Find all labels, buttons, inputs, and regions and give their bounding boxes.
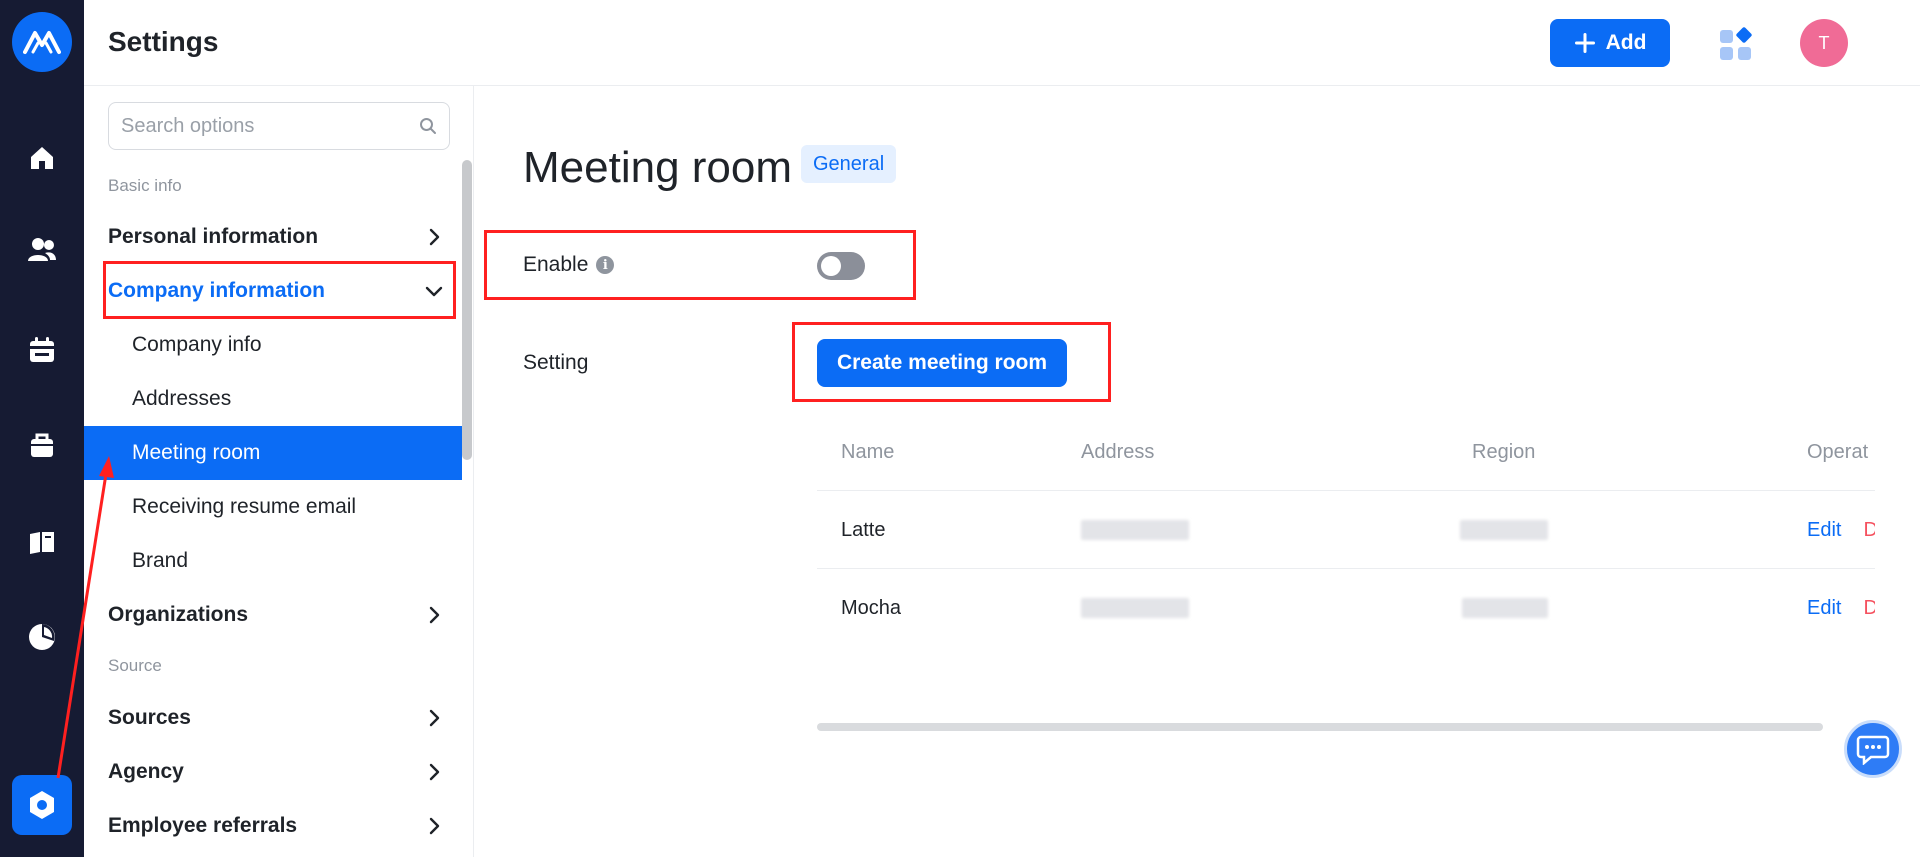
briefcase-icon[interactable] — [22, 425, 62, 465]
submenu-item-addresses[interactable]: Addresses — [84, 372, 462, 426]
logo-icon[interactable] — [12, 12, 72, 72]
top-header: Settings Add T — [84, 0, 1920, 86]
chat-icon[interactable] — [1844, 720, 1902, 778]
submenu-item-label: Brand — [132, 549, 189, 572]
search-input[interactable] — [109, 103, 449, 149]
row-address-redacted — [1081, 491, 1189, 569]
submenu-item-label: Receiving resume email — [132, 495, 357, 518]
people-icon[interactable] — [22, 230, 62, 270]
chevron-right-icon — [429, 606, 440, 624]
header-region: Region — [1472, 440, 1536, 463]
chevron-right-icon — [429, 228, 440, 246]
row-address-redacted — [1081, 569, 1189, 647]
submenu-item-company-info[interactable]: Company info — [84, 318, 462, 372]
main-content: Meeting room General Enable i Setting Cr… — [475, 87, 1920, 857]
meeting-room-table: Name Address Region Operat Latte Edit De… — [817, 413, 1875, 733]
settings-icon[interactable] — [12, 775, 72, 835]
submenu-item-label: Addresses — [132, 387, 232, 410]
edit-link[interactable]: Edit — [1807, 519, 1841, 542]
settings-menu: Basic info Personal information Company … — [84, 86, 474, 857]
header-name: Name — [841, 440, 895, 463]
chevron-right-icon — [429, 817, 440, 835]
chevron-right-icon — [429, 763, 440, 781]
row-region-redacted — [1460, 491, 1548, 569]
plus-icon — [1574, 33, 1595, 53]
submenu-item-label: Company info — [132, 333, 262, 356]
submenu-item-label: Meeting room — [132, 441, 261, 464]
submenu-item-brand[interactable]: Brand — [84, 534, 462, 588]
menu-item-label: Employee referrals — [108, 814, 298, 837]
annotation-box-enable — [484, 230, 916, 300]
menu-item-sources[interactable]: Sources — [84, 691, 462, 745]
menu-scrollbar[interactable] — [462, 160, 472, 460]
table-header-row: Name Address Region Operat — [817, 413, 1875, 491]
delete-link[interactable]: Del — [1863, 597, 1875, 620]
menu-item-organizations[interactable]: Organizations — [84, 588, 462, 642]
page-title: Meeting room — [523, 143, 793, 192]
row-name: Latte — [841, 518, 886, 541]
chevron-right-icon — [429, 709, 440, 727]
section-basic-info: Basic info — [108, 176, 182, 195]
table-horizontal-scrollbar[interactable] — [817, 723, 1823, 731]
avatar[interactable]: T — [1800, 19, 1848, 67]
menu-item-label: Organizations — [108, 603, 249, 626]
menu-item-label: Personal information — [108, 225, 319, 248]
delete-link[interactable]: Del — [1863, 519, 1875, 542]
table-row: Mocha Edit Del — [817, 569, 1875, 647]
row-name: Mocha — [841, 596, 902, 619]
row-region-redacted — [1462, 569, 1548, 647]
annotation-box-company-information — [103, 261, 456, 319]
search-box — [108, 102, 450, 150]
submenu-item-meeting-room[interactable]: Meeting room — [84, 426, 462, 480]
table-row: Latte Edit Del — [817, 491, 1875, 569]
home-icon[interactable] — [22, 138, 62, 178]
menu-item-agency[interactable]: Agency — [84, 745, 462, 799]
apps-icon[interactable] — [1718, 26, 1754, 62]
submenu-item-receiving-resume-email[interactable]: Receiving resume email — [84, 480, 462, 534]
add-button-label: Add — [1605, 31, 1647, 54]
search-icon[interactable] — [419, 117, 437, 135]
section-source: Source — [108, 656, 162, 675]
calendar-icon[interactable] — [22, 330, 62, 370]
row-operations: Edit Del — [1807, 491, 1875, 569]
page-header-title: Settings — [108, 26, 219, 57]
app-rail — [0, 0, 84, 857]
header-operation: Operat — [1807, 440, 1869, 463]
menu-item-label: Sources — [108, 706, 191, 729]
row-operations: Edit Del — [1807, 569, 1875, 647]
pie-chart-icon[interactable] — [22, 617, 62, 657]
menu-item-personal-information[interactable]: Personal information — [84, 210, 462, 264]
menu-item-employee-referrals[interactable]: Employee referrals — [84, 799, 462, 853]
edit-link[interactable]: Edit — [1807, 597, 1841, 620]
add-button[interactable]: Add — [1550, 19, 1670, 67]
book-icon[interactable] — [22, 522, 62, 562]
annotation-box-create-button — [792, 322, 1111, 402]
menu-item-label: Agency — [108, 760, 184, 783]
header-address: Address — [1081, 440, 1155, 463]
general-badge: General — [801, 145, 897, 183]
setting-label: Setting — [523, 351, 589, 374]
